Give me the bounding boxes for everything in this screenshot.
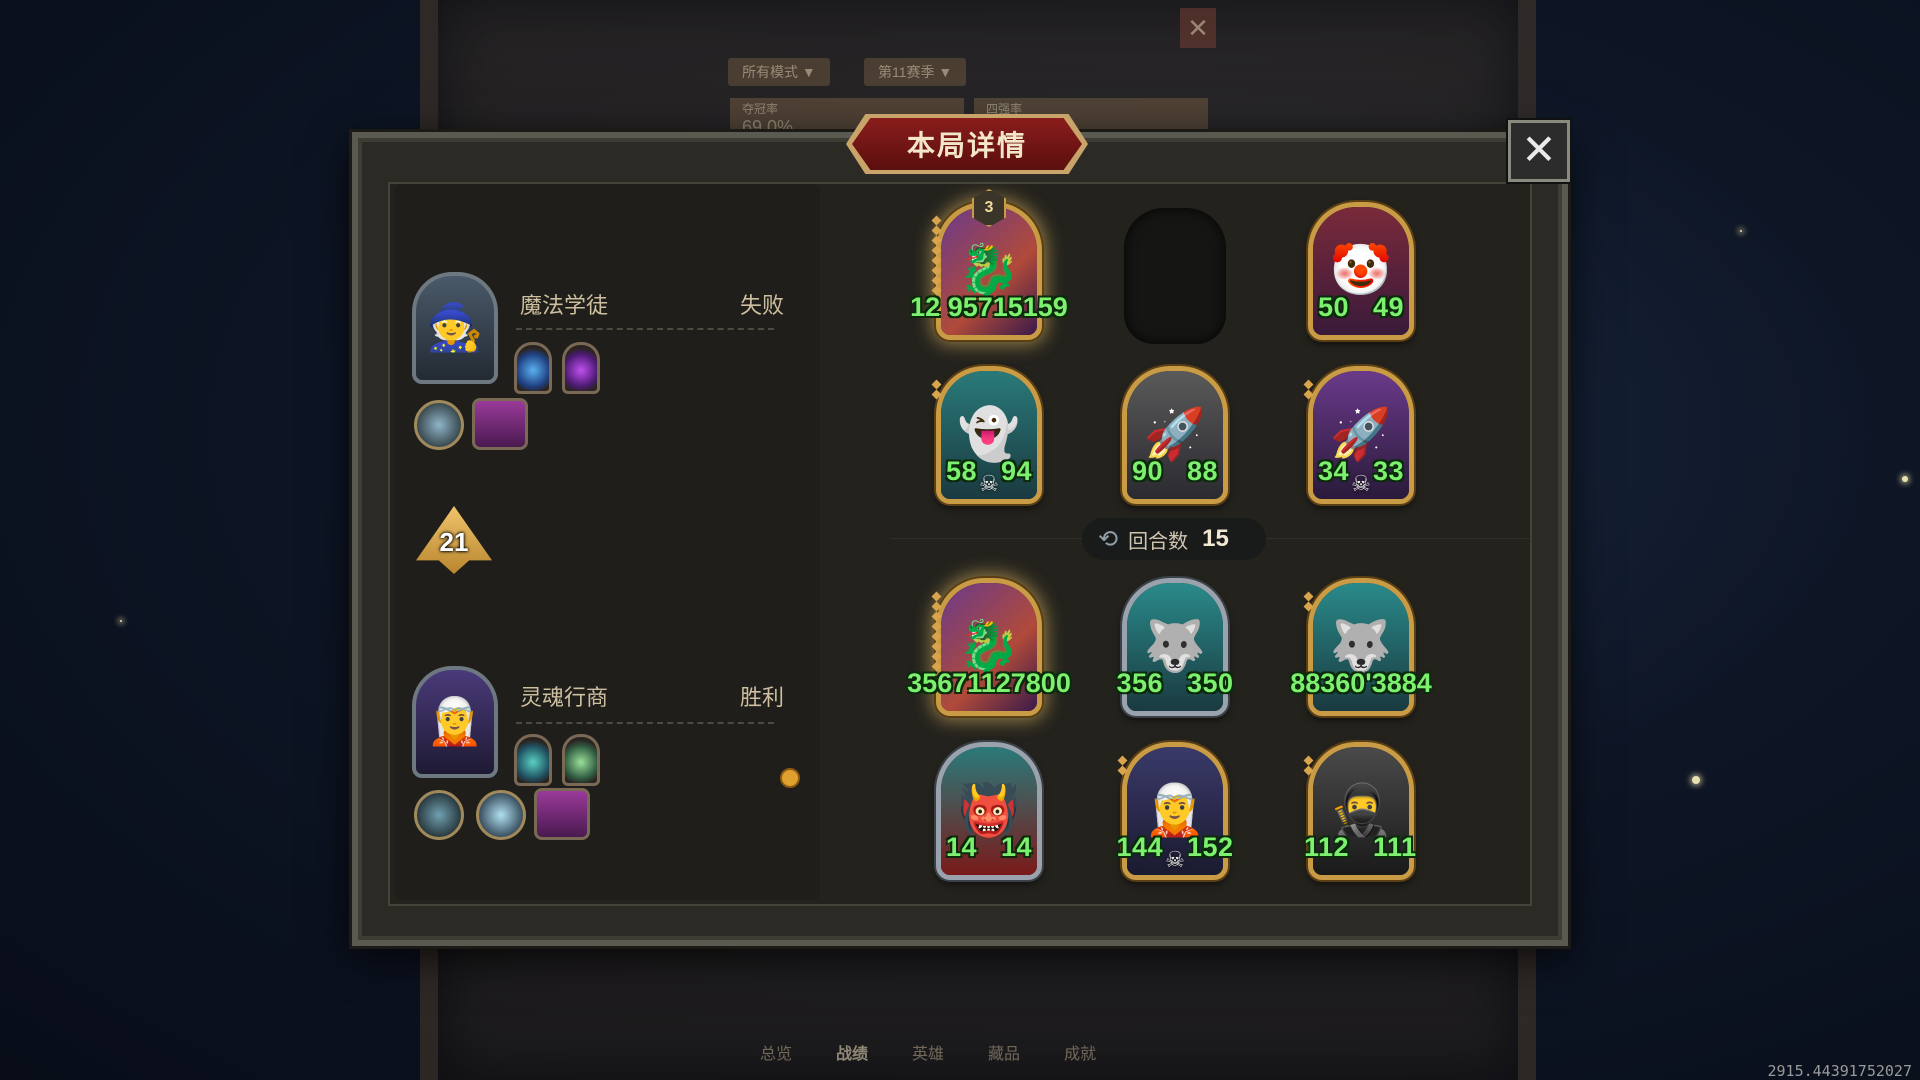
mode-filter-dropdown: 所有模式 ▼ — [728, 58, 830, 86]
player-ghost-rider-card[interactable]: 👹 14 14 — [936, 742, 1042, 880]
debug-coordinates: 2915.44391752027 — [1767, 1062, 1913, 1080]
soul-merchant-portrait-icon: 🧝 — [426, 695, 484, 747]
gold-coin-icon — [780, 768, 800, 788]
player-hooded-rogue-card[interactable]: 🥷 112 111 — [1303, 742, 1417, 880]
nav-records: 战绩 — [836, 1046, 869, 1063]
health-value: 152 — [1187, 832, 1234, 862]
player-night-elf-card[interactable]: 🧝 144 152 ☠ — [1116, 742, 1233, 880]
attack-value: 144 — [1116, 832, 1163, 862]
nav-heroes: 英雄 — [912, 1046, 945, 1063]
creature-pair-item-icon[interactable] — [472, 398, 528, 450]
player-spectral-wolf-gold-card[interactable]: 🐺 88360'3884 — [1290, 578, 1432, 716]
upgrade-pips — [931, 379, 942, 401]
round-label: 回合数 — [1128, 530, 1189, 553]
dialog-title: 本局详情 — [906, 130, 1027, 161]
season-filter-dropdown: 第11赛季 ▼ — [864, 58, 967, 86]
nav-achievements: 成就 — [1064, 1046, 1097, 1063]
player-name: 灵魂行商 — [520, 685, 609, 710]
health-value: 49 — [1373, 292, 1405, 322]
health-value: 111 — [1373, 832, 1417, 862]
opponent-airship-purple-card[interactable]: 🚀 34 33 ☠ — [1303, 366, 1414, 504]
attack-value: 14 — [945, 832, 977, 862]
upgrade-pips — [1303, 755, 1314, 777]
attack-value: 112 — [1303, 832, 1349, 862]
attack-value: 90 — [1131, 456, 1163, 486]
green-creature-relic-icon[interactable] — [562, 734, 600, 786]
empty-board-slot — [1124, 208, 1226, 344]
attack-value: 50 — [1317, 292, 1349, 322]
background-nav: 总览 战绩 英雄 藏品 成就 — [760, 1040, 1096, 1064]
player-portrait[interactable]: 🧝 — [412, 666, 498, 778]
opponent-ghost-lady-card[interactable]: 👻 58 94 ☠ — [931, 366, 1042, 504]
attack-value: 356 — [1116, 668, 1163, 698]
refresh-icon: ⟲ — [1098, 525, 1119, 553]
attack-value: 34 — [1317, 456, 1349, 486]
stat-text: 12 95715159 — [910, 292, 1068, 322]
opponent-result: 失败 — [740, 293, 785, 318]
opponent-jester-card[interactable]: 🤡 50 49 — [1308, 202, 1414, 340]
health-value: 33 — [1373, 456, 1405, 486]
background-close-button: ✕ — [1180, 8, 1216, 48]
stat-text: 88360'3884 — [1290, 668, 1432, 698]
divider — [516, 328, 774, 330]
upgrade-pips — [1303, 379, 1314, 401]
divider — [516, 722, 774, 724]
sword-item-icon[interactable] — [414, 400, 464, 450]
health-value: 350 — [1187, 668, 1234, 698]
opponent-portrait[interactable]: 🧙 — [412, 272, 498, 384]
health-value: 88 — [1187, 456, 1219, 486]
health-value: 14 — [1001, 832, 1033, 862]
rank-value: 21 — [439, 526, 469, 557]
opponent-airship-card[interactable]: 🚀 90 88 — [1122, 366, 1228, 504]
star — [1692, 776, 1700, 784]
skull-icon: ☠ — [1351, 471, 1371, 496]
blue-orb-relic-icon[interactable] — [514, 342, 552, 394]
star — [1902, 476, 1908, 482]
stat-text: 35671127800 — [907, 668, 1071, 698]
star — [120, 620, 122, 622]
skull-icon: ☠ — [1165, 847, 1185, 872]
player-result: 胜利 — [740, 685, 785, 710]
nav-overview: 总览 — [760, 1046, 793, 1063]
skull-icon: ☠ — [979, 471, 999, 496]
creature-pair-item-icon[interactable] — [534, 788, 590, 840]
attack-value: 58 — [945, 456, 977, 486]
teal-creature-relic-icon[interactable] — [514, 734, 552, 786]
health-value: 94 — [1001, 456, 1033, 486]
nav-collection: 藏品 — [988, 1046, 1021, 1063]
round-counter: ⟲ 回合数 15 — [1082, 518, 1266, 560]
close-button[interactable]: ✕ — [1508, 120, 1570, 182]
player-dragon-card[interactable]: 🐉 35671127800 — [907, 578, 1071, 716]
star — [1740, 230, 1742, 232]
upgrade-pips — [1117, 755, 1128, 777]
witch-portrait-icon: 🧙 — [426, 301, 484, 353]
round-value: 15 — [1202, 525, 1229, 552]
player-spectral-wolf-card[interactable]: 🐺 356 350 — [1116, 578, 1233, 716]
lightning-item-icon[interactable] — [476, 790, 526, 840]
potion-item-icon[interactable] — [414, 790, 464, 840]
opponent-name: 魔法学徒 — [520, 293, 609, 318]
title-banner: 本局详情 — [852, 118, 1082, 170]
upgrade-pips — [1303, 591, 1314, 613]
purple-orb-relic-icon[interactable] — [562, 342, 600, 394]
opponent-dragon-card[interactable]: 🐉 3 12 95715159 — [910, 189, 1068, 340]
